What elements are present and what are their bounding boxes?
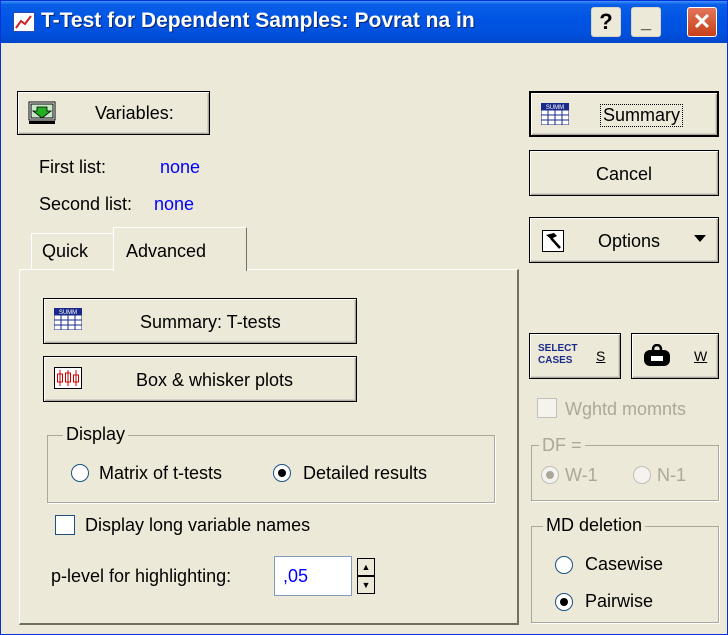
casewise-label[interactable]: Casewise bbox=[585, 554, 663, 575]
summary-label: Summary bbox=[599, 104, 684, 127]
select-cases-button[interactable]: SELECT CASES S bbox=[529, 333, 621, 379]
display-group-label: Display bbox=[63, 424, 129, 445]
df-n1-radio[interactable] bbox=[633, 466, 651, 484]
cancel-button[interactable]: Cancel bbox=[529, 150, 719, 196]
summary-table-icon: SUMM bbox=[53, 308, 83, 335]
box-plot-icon bbox=[54, 367, 82, 394]
first-list-value: none bbox=[160, 157, 201, 177]
second-list-label: Second list: bbox=[39, 194, 133, 214]
df-w1-label[interactable]: W-1 bbox=[565, 465, 598, 486]
select-cases-icon: SELECT CASES bbox=[538, 343, 578, 366]
plevel-input[interactable]: ,05 bbox=[274, 556, 352, 596]
detailed-results-label[interactable]: Detailed results bbox=[303, 463, 427, 484]
weight-icon bbox=[642, 343, 672, 373]
tab-quick-label: Quick bbox=[42, 241, 89, 261]
title-bar[interactable]: T-Test for Dependent Samples: Povrat na … bbox=[1, 1, 727, 43]
df-group-label: DF = bbox=[539, 435, 585, 456]
summary-ttests-label: Summary: T-tests bbox=[140, 312, 281, 332]
minimize-icon: _ bbox=[640, 11, 651, 32]
pairwise-radio[interactable] bbox=[555, 593, 573, 611]
second-list-value: none bbox=[154, 194, 195, 214]
weight-button[interactable]: W bbox=[631, 333, 719, 379]
detailed-results-radio[interactable] bbox=[273, 464, 291, 482]
first-list-label: First list: bbox=[39, 157, 106, 177]
box-whisker-button[interactable]: Box & whisker plots bbox=[43, 356, 357, 402]
tab-advanced-label: Advanced bbox=[126, 241, 207, 261]
summary-ttests-button[interactable]: SUMM Summary: T-tests bbox=[43, 298, 357, 344]
weight-label: W bbox=[694, 348, 708, 364]
tab-advanced[interactable]: Advanced bbox=[113, 227, 247, 271]
select-cases-label: S bbox=[596, 348, 606, 364]
options-button[interactable]: Options bbox=[529, 217, 719, 263]
box-whisker-label: Box & whisker plots bbox=[136, 370, 294, 390]
dialog-window: T-Test for Dependent Samples: Povrat na … bbox=[0, 0, 728, 635]
spin-down-icon[interactable]: ▼ bbox=[357, 576, 375, 594]
casewise-radio[interactable] bbox=[555, 556, 573, 574]
summary-table-icon: SUMM bbox=[540, 103, 570, 130]
wghtd-momnts-label[interactable]: Wghtd momnts bbox=[565, 399, 686, 420]
minimize-button[interactable]: _ bbox=[631, 7, 661, 37]
options-label: Options bbox=[598, 231, 661, 251]
cancel-label: Cancel bbox=[596, 164, 653, 184]
long-variable-names-label[interactable]: Display long variable names bbox=[85, 515, 310, 536]
tab-quick[interactable]: Quick bbox=[31, 233, 116, 269]
matrix-ttests-radio[interactable] bbox=[71, 464, 89, 482]
pairwise-label[interactable]: Pairwise bbox=[585, 591, 653, 612]
wghtd-momnts-checkbox[interactable] bbox=[537, 398, 557, 418]
plevel-spinner[interactable]: ▲ ▼ bbox=[357, 558, 375, 594]
app-chart-icon bbox=[13, 12, 35, 32]
matrix-ttests-label[interactable]: Matrix of t-tests bbox=[99, 463, 222, 484]
dropdown-arrow-icon bbox=[694, 235, 706, 242]
long-variable-names-checkbox[interactable] bbox=[55, 515, 75, 535]
plevel-label: p-level for highlighting: bbox=[51, 566, 232, 586]
help-button[interactable]: ? bbox=[591, 7, 621, 37]
df-w1-radio[interactable] bbox=[541, 466, 559, 484]
summary-button[interactable]: SUMM Summary bbox=[529, 91, 719, 137]
variables-icon bbox=[28, 101, 56, 125]
spin-up-icon[interactable]: ▲ bbox=[357, 558, 375, 576]
variables-label: Variables: bbox=[95, 103, 174, 123]
window-title: T-Test for Dependent Samples: Povrat na … bbox=[41, 9, 475, 32]
variables-button[interactable]: Variables: bbox=[17, 91, 210, 135]
md-deletion-group-label: MD deletion bbox=[543, 515, 646, 536]
options-hammer-icon bbox=[542, 230, 564, 257]
df-n1-label[interactable]: N-1 bbox=[657, 465, 686, 486]
close-button[interactable]: ✕ bbox=[687, 7, 717, 37]
